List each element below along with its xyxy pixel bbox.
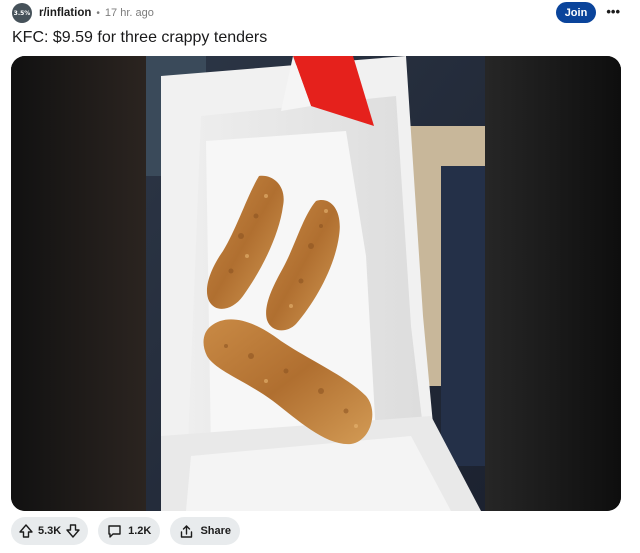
community-name-link[interactable]: r/inflation (39, 7, 91, 19)
post-title[interactable]: KFC: $9.59 for three crappy tenders (12, 29, 267, 47)
post-actions-bar: 5.3K 1.2K Share (11, 517, 241, 545)
separator-dot: • (96, 7, 100, 19)
share-button[interactable]: Share (170, 517, 241, 545)
upvote-icon[interactable] (19, 524, 33, 538)
downvote-icon[interactable] (66, 524, 80, 538)
community-avatar[interactable]: 3.5% (12, 3, 32, 23)
comment-count: 1.2K (128, 525, 152, 537)
more-options-icon[interactable]: ••• (606, 5, 620, 19)
join-button[interactable]: Join (556, 2, 596, 23)
post-timestamp: 17 hr. ago (104, 7, 154, 19)
comment-icon (107, 524, 122, 539)
comments-button[interactable]: 1.2K (98, 517, 161, 545)
chicken-tenders-photo (11, 56, 621, 511)
share-label: Share (200, 525, 232, 537)
upvote-count: 5.3K (38, 525, 62, 537)
post-header: 3.5% r/inflation • 17 hr. ago Join ••• (12, 2, 628, 24)
post-image[interactable] (11, 56, 621, 511)
share-icon (179, 524, 194, 539)
vote-pill: 5.3K (11, 517, 89, 545)
